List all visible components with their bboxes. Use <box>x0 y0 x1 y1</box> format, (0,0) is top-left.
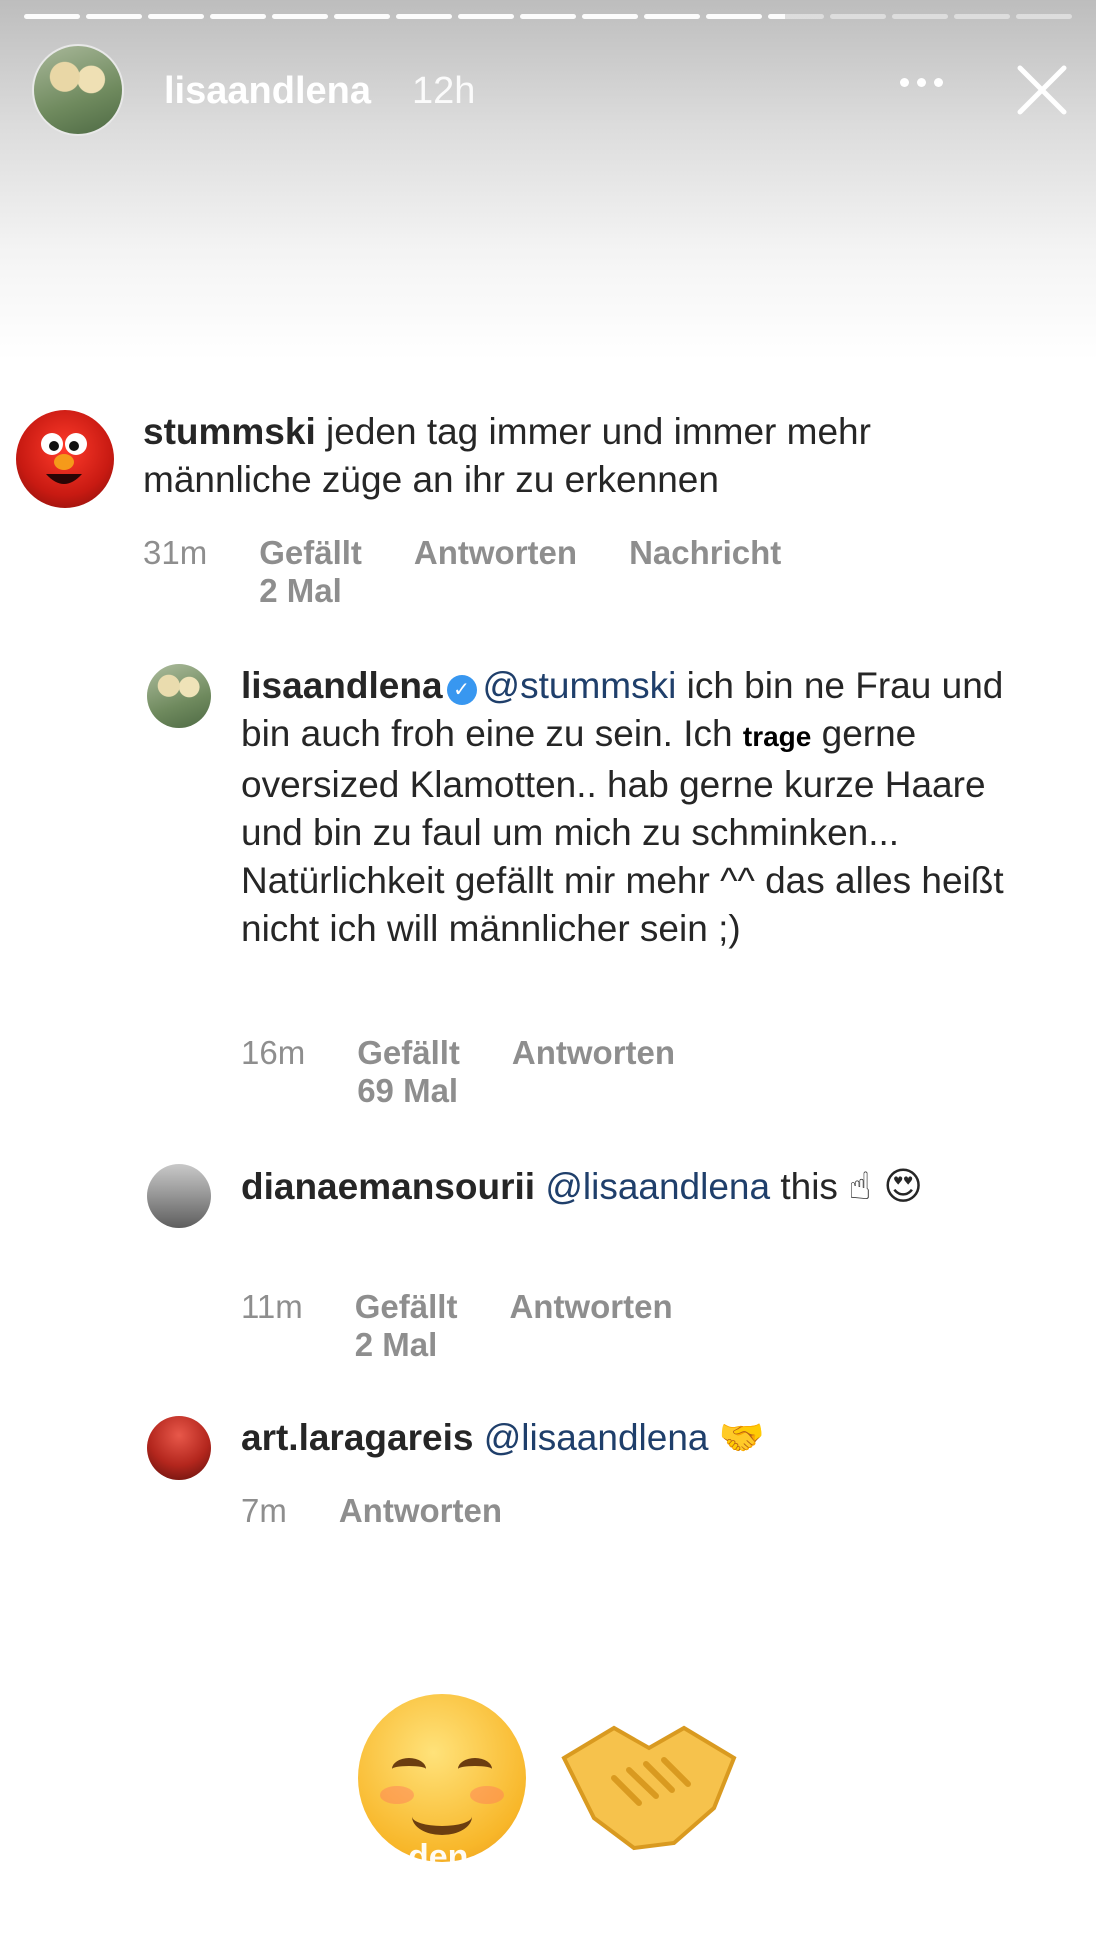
progress-segment <box>24 14 80 19</box>
comment-time: 7m <box>241 1492 287 1529</box>
comment-username[interactable]: dianaemansourii <box>241 1166 535 1207</box>
comment-meta: 16m Gefällt 69 Mal Antworten <box>241 1034 727 1110</box>
progress-segment <box>892 14 948 19</box>
progress-segment-current <box>768 14 824 19</box>
comment-text: dianaemansourii @lisaandlena this ☝ 😍 <box>241 1162 1021 1211</box>
progress-segment <box>582 14 638 19</box>
comment-username[interactable]: art.laragareis <box>241 1417 473 1458</box>
reply-button[interactable]: Antworten <box>414 534 577 610</box>
comment-text: lisaandlena ✓ @stummski ich bin ne Frau un… <box>241 662 1021 953</box>
elmo-icon <box>41 433 87 484</box>
comment-time: 16m <box>241 1034 306 1071</box>
progress-segment <box>396 14 452 19</box>
reply-button[interactable]: Antworten <box>339 1492 502 1530</box>
likes-count[interactable]: Gefällt 69 Mal <box>357 1034 460 1110</box>
mention-link[interactable]: @lisaandlena <box>545 1166 770 1207</box>
story-time: 12h <box>412 70 476 112</box>
progress-segment <box>830 14 886 19</box>
progress-segment <box>86 14 142 19</box>
likes-count[interactable]: Gefällt 2 Mal <box>355 1288 458 1364</box>
mention-link[interactable]: @lisaandlena <box>484 1417 709 1458</box>
avatar[interactable] <box>147 664 211 728</box>
likes-count[interactable]: Gefällt 2 Mal <box>259 534 362 610</box>
story-avatar[interactable] <box>32 44 124 136</box>
comment-username[interactable]: stummski <box>143 411 316 452</box>
reply-button[interactable]: Antworten <box>512 1034 675 1110</box>
smiling-face-icon <box>358 1694 526 1862</box>
story-header: lisaandlena 12h <box>32 44 1072 136</box>
text-sticker: trage <box>742 721 812 752</box>
avatar[interactable] <box>147 1164 211 1228</box>
progress-segment <box>954 14 1010 19</box>
comment-meta: 7m Antworten <box>241 1492 554 1530</box>
comment-time: 11m <box>241 1288 303 1325</box>
partial-text-sticker: den <box>408 1838 469 1876</box>
emoji-text: ☝ 😍 <box>848 1164 924 1208</box>
comment-text: stummski jeden tag immer und immer mehr … <box>143 408 963 504</box>
reply-button[interactable]: Antworten <box>509 1288 672 1364</box>
handshake-icon: 🤝 <box>718 1416 765 1459</box>
comment-time: 31m <box>143 534 208 571</box>
story-progress-bar <box>24 14 1072 19</box>
comment-meta: 31m Gefällt 2 Mal Antworten Nachricht <box>143 534 833 610</box>
progress-segment <box>272 14 328 19</box>
comment-text: art.laragareis @lisaandlena 🤝 <box>241 1414 1021 1462</box>
progress-segment <box>520 14 576 19</box>
progress-segment <box>644 14 700 19</box>
progress-segment <box>458 14 514 19</box>
progress-segment <box>1016 14 1072 19</box>
progress-segment <box>148 14 204 19</box>
comment-username[interactable]: lisaandlena <box>241 665 443 706</box>
progress-segment <box>210 14 266 19</box>
avatar[interactable] <box>16 410 114 508</box>
close-icon[interactable] <box>1012 60 1072 120</box>
avatar[interactable] <box>147 1416 211 1480</box>
progress-segment <box>334 14 390 19</box>
emoji-sticker-group <box>340 1690 760 1880</box>
story-username[interactable]: lisaandlena <box>164 70 371 113</box>
handshake-icon <box>561 1725 737 1851</box>
message-button[interactable]: Nachricht <box>629 534 781 610</box>
mention-link[interactable]: @stummski <box>483 665 677 706</box>
more-options-icon[interactable] <box>900 74 960 104</box>
progress-segment <box>706 14 762 19</box>
comment-meta: 11m Gefällt 2 Mal Antworten <box>241 1288 725 1364</box>
verified-badge-icon: ✓ <box>446 675 477 705</box>
comment-body: this <box>780 1166 838 1207</box>
